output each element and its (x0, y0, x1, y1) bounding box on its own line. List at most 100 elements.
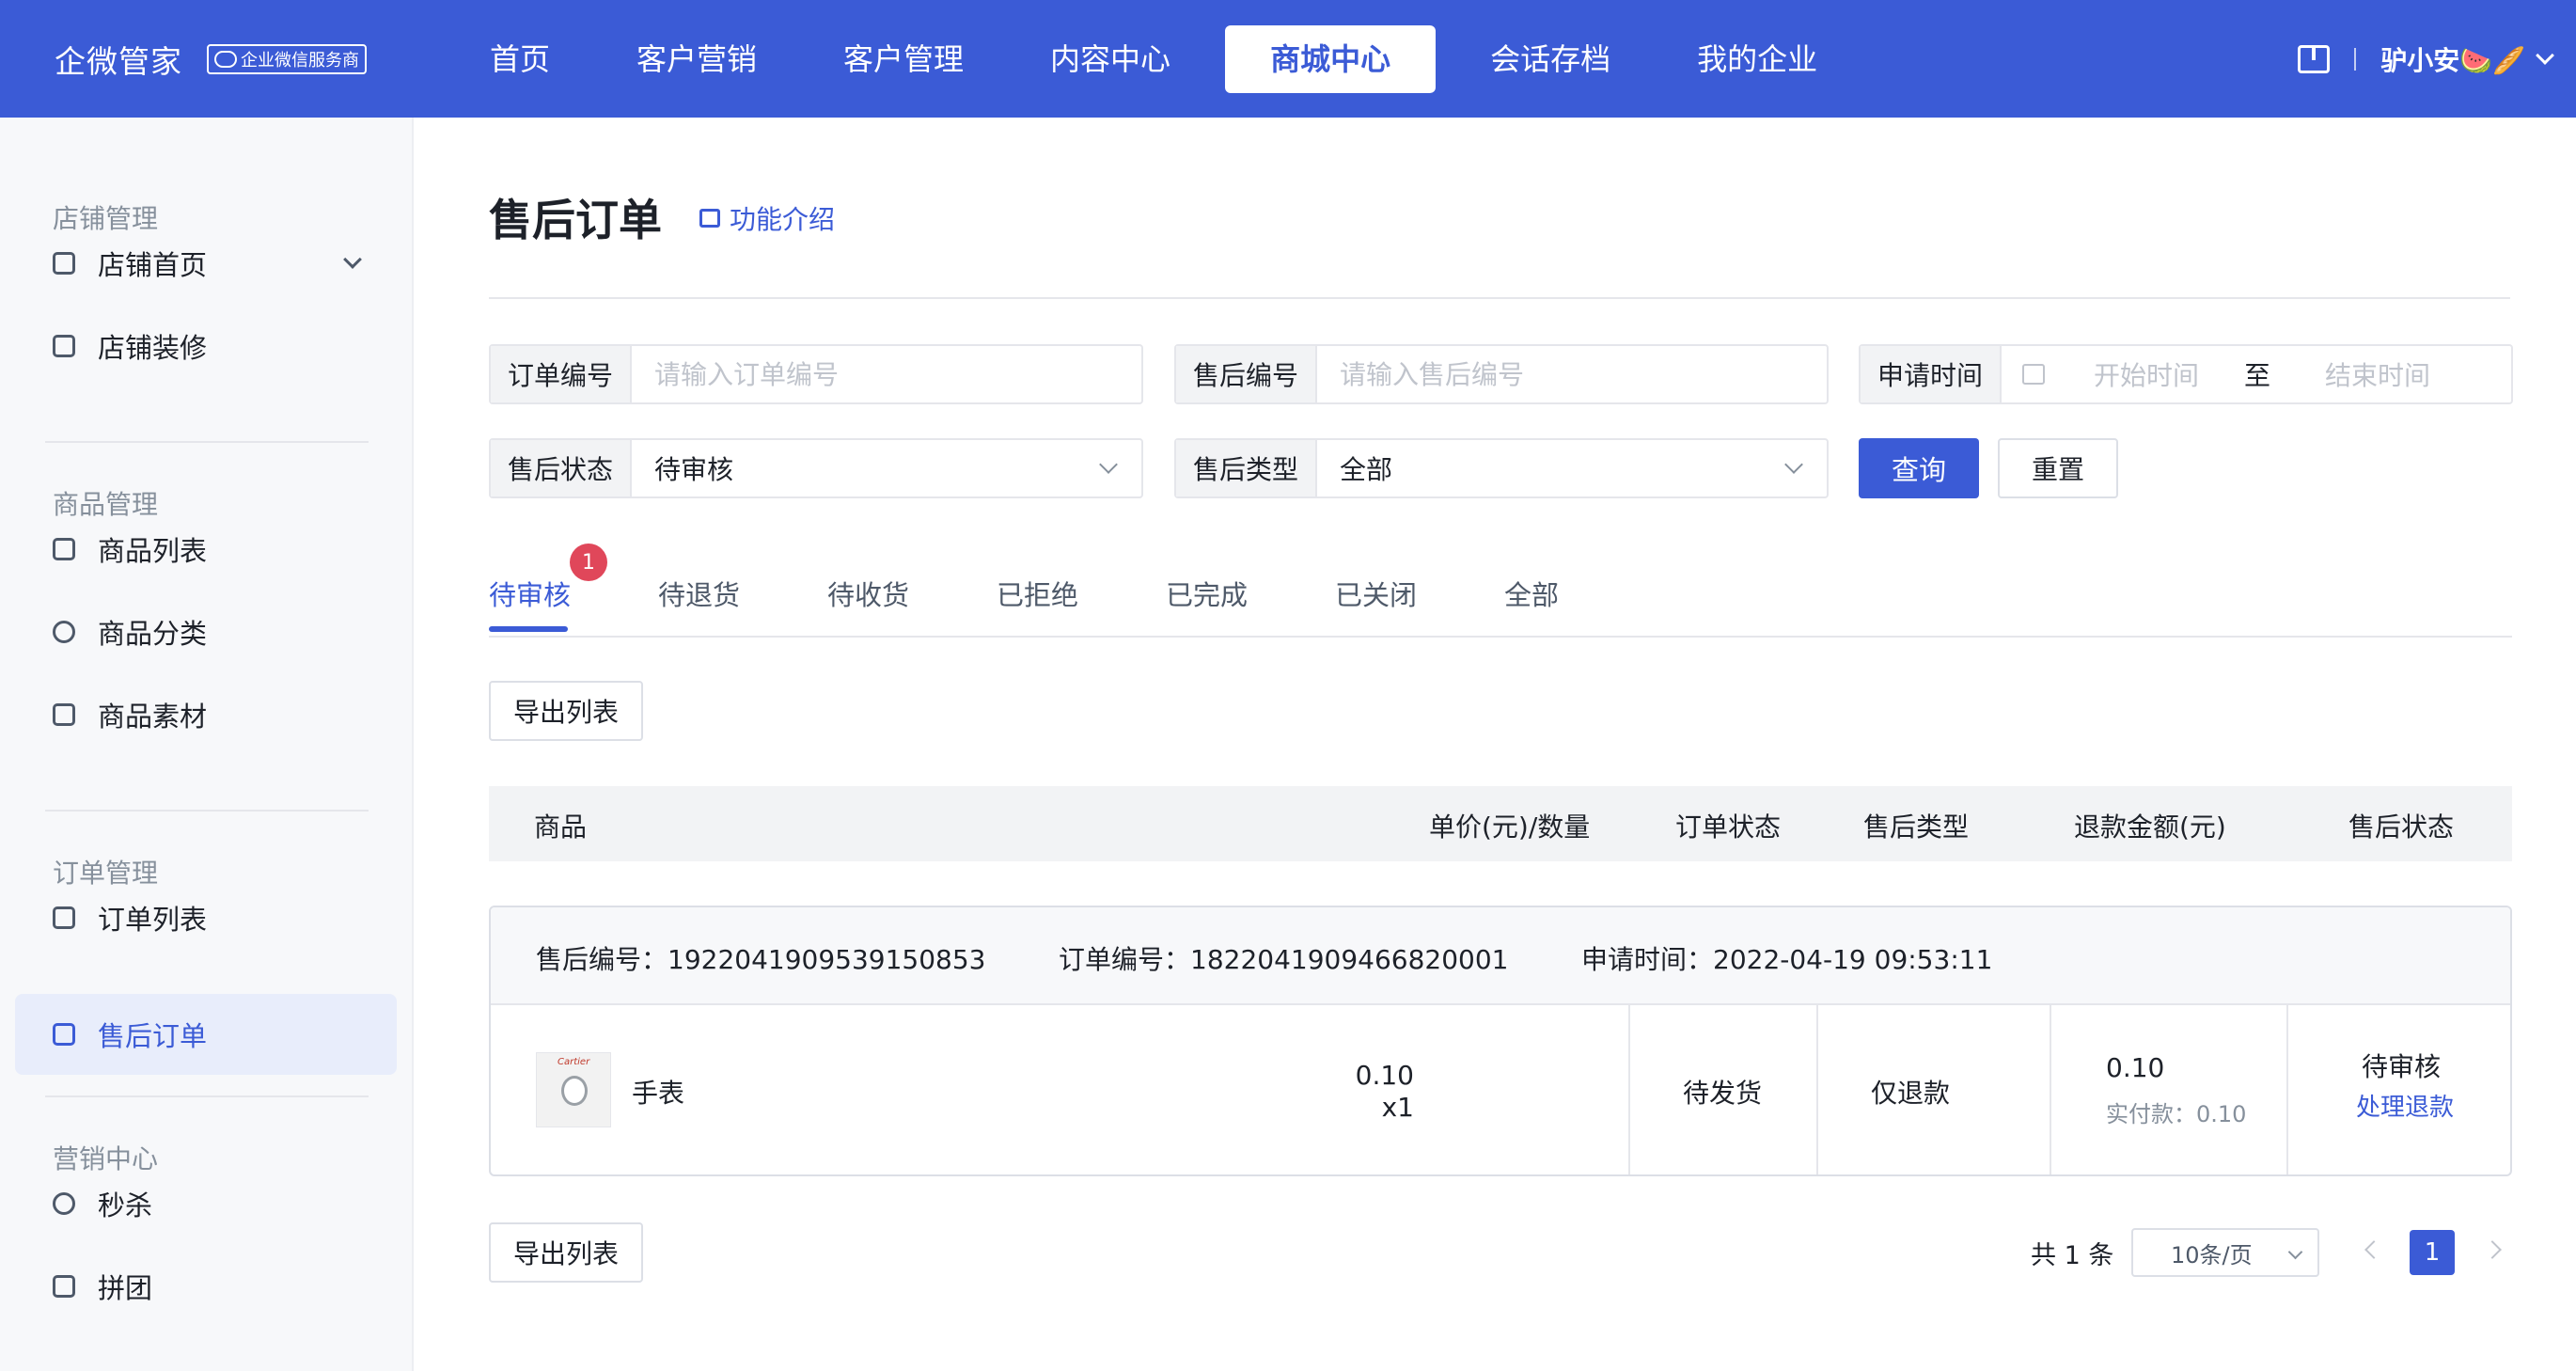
tab-label: 待审核 (489, 579, 572, 611)
apply-time-label: 申请时间 (1861, 346, 2003, 402)
product-name: 手表 (632, 1078, 685, 1109)
tab-pending-receipt[interactable]: 待收货 (827, 574, 909, 613)
refund-amount: 0.10 (2106, 1052, 2165, 1083)
sidebar-item-order-list[interactable]: 订单列表 (15, 877, 397, 958)
order-no-label: 订单编号 (491, 346, 633, 402)
decorate-icon (53, 335, 75, 357)
product-image[interactable]: Cartier (536, 1052, 611, 1127)
process-refund-link[interactable]: 处理退款 (2356, 1088, 2454, 1123)
reset-button[interactable]: 重置 (1998, 438, 2118, 498)
brand-mark: Cartier (558, 1057, 590, 1067)
sidebar-item-product-material[interactable]: 商品素材 (15, 674, 397, 755)
feature-intro-label: 功能介绍 (730, 204, 836, 235)
sidebar-item-product-category[interactable]: 商品分类 (15, 591, 397, 672)
list-icon (53, 538, 75, 560)
nav-home[interactable]: 首页 (458, 25, 582, 93)
sidebar-item-label: 售后订单 (98, 1020, 208, 1052)
tab-rejected[interactable]: 已拒绝 (997, 574, 1078, 613)
end-date-input[interactable]: 结束时间 (2325, 355, 2430, 393)
tab-completed[interactable]: 已完成 (1166, 574, 1248, 613)
sidebar-item-label: 商品分类 (98, 618, 208, 650)
top-navigation-bar: 企微管家 企业微信服务商 首页 客户营销 客户管理 内容中心 商城中心 会话存档… (0, 0, 2576, 118)
aftersale-number: 售后编号：1922041909539150853 (536, 944, 986, 975)
sidebar-item-label: 店铺首页 (98, 249, 208, 281)
sidebar-item-aftersale-orders[interactable]: 售后订单 (15, 994, 397, 1075)
pagination-total: 共 1 条 (2031, 1240, 2114, 1270)
unit-price: 0.10 (1355, 1060, 1414, 1091)
chevron-down-icon (1784, 455, 1803, 474)
chevron-down-icon[interactable] (2536, 45, 2554, 65)
order-number: 订单编号：1822041909466820001 (1059, 944, 1509, 975)
tab-pending-review[interactable]: 待审核 (489, 574, 571, 613)
paid-amount: 实付款：0.10 (2106, 1101, 2247, 1127)
column-divider (1628, 1005, 1630, 1174)
aftersale-no-field: 售后编号 (1174, 344, 1829, 404)
help-book-icon[interactable] (2298, 44, 2331, 73)
prev-page-icon[interactable] (2364, 1240, 2383, 1259)
feature-intro-link[interactable]: 功能介绍 (699, 199, 835, 237)
partner-badge-label: 企业微信服务商 (241, 50, 359, 71)
export-list-button-bottom[interactable]: 导出列表 (489, 1222, 643, 1283)
table-row: 售后编号：1922041909539150853 订单编号：1822041909… (489, 906, 2512, 1176)
column-header-order-status: 订单状态 (1675, 812, 1782, 843)
sidebar-item-label: 订单列表 (98, 904, 208, 936)
sidebar-item-store-decoration[interactable]: 店铺装修 (15, 306, 397, 386)
page-title: 售后订单 (489, 195, 662, 245)
book-icon (699, 209, 720, 228)
page-size-select[interactable]: 10条/页 (2131, 1228, 2319, 1277)
nav-mall-center[interactable]: 商城中心 (1225, 24, 1437, 93)
nav-my-enterprise[interactable]: 我的企业 (1665, 25, 1849, 93)
chevron-down-icon (1099, 455, 1118, 474)
user-area: 驴小安🍉🥖 (2298, 0, 2554, 118)
nav-chat-archive[interactable]: 会话存档 (1458, 25, 1642, 93)
column-header-price-qty: 单价(元)/数量 (1429, 812, 1591, 843)
tab-pending-return[interactable]: 待退货 (658, 574, 740, 613)
column-divider (2050, 1005, 2051, 1174)
sidebar: 店铺管理 店铺首页 店铺装修 商品管理 商品列表 商品分类 商品素材 订单管理 … (0, 118, 414, 1371)
aftersale-no-label: 售后编号 (1176, 346, 1318, 402)
table-header: 商品 单价(元)/数量 订单状态 售后类型 退款金额(元) 售后状态 (489, 786, 2512, 861)
chevron-down-icon (2287, 1244, 2303, 1260)
date-range-separator: 至 (2244, 360, 2271, 391)
apply-time: 申请时间：2022-04-19 09:53:11 (1581, 944, 1993, 975)
sidebar-item-flash-sale[interactable]: 秒杀 (15, 1163, 397, 1244)
sidebar-item-label: 拼团 (98, 1272, 153, 1304)
aftersale-status-value: 待审核 (654, 454, 734, 485)
category-icon (53, 621, 75, 643)
sidebar-item-label: 商品列表 (98, 535, 208, 567)
aftersale-no-input[interactable] (1317, 346, 1827, 402)
nav-content-center[interactable]: 内容中心 (1018, 25, 1202, 93)
aftersale-status-select[interactable]: 售后状态 待审核 (489, 438, 1143, 498)
brand[interactable]: 企微管家 企业微信服务商 (55, 0, 367, 118)
sidebar-item-group-buy[interactable]: 拼团 (15, 1246, 397, 1327)
next-page-icon[interactable] (2483, 1240, 2502, 1259)
tab-closed[interactable]: 已关闭 (1335, 574, 1417, 613)
count-badge: 1 (570, 544, 607, 581)
user-name[interactable]: 驴小安🍉🥖 (2380, 40, 2525, 78)
sidebar-divider (45, 1095, 369, 1097)
nav-customer-management[interactable]: 客户管理 (811, 25, 996, 93)
column-header-aftersale-status: 售后状态 (2348, 812, 2455, 843)
quantity: x1 (1381, 1092, 1414, 1123)
current-page-button[interactable]: 1 (2410, 1230, 2455, 1275)
query-button[interactable]: 查询 (1859, 438, 1979, 498)
sidebar-item-store-home[interactable]: 店铺首页 (15, 223, 397, 304)
clipboard-icon (53, 906, 75, 929)
tab-all[interactable]: 全部 (1504, 574, 1559, 613)
column-header-refund-amount: 退款金额(元) (2074, 812, 2226, 843)
nav-customer-marketing[interactable]: 客户营销 (605, 25, 789, 93)
sidebar-item-product-list[interactable]: 商品列表 (15, 509, 397, 590)
order-no-input[interactable] (632, 346, 1141, 402)
order-status: 待发货 (1683, 1078, 1763, 1109)
chevron-down-icon[interactable] (343, 250, 362, 269)
export-list-button[interactable]: 导出列表 (489, 681, 643, 741)
clock-icon (53, 1192, 75, 1215)
aftersale-type: 仅退款 (1871, 1078, 1951, 1109)
aftersale-type-value: 全部 (1340, 454, 1393, 485)
start-date-input[interactable]: 开始时间 (2094, 355, 2199, 393)
main-nav: 首页 客户营销 客户管理 内容中心 商城中心 会话存档 我的企业 (458, 0, 1872, 118)
aftersale-type-label: 售后类型 (1176, 440, 1318, 496)
aftersale-status-label: 售后状态 (491, 440, 633, 496)
aftersale-status: 待审核 (2362, 1051, 2442, 1082)
aftersale-type-select[interactable]: 售后类型 全部 (1174, 438, 1829, 498)
